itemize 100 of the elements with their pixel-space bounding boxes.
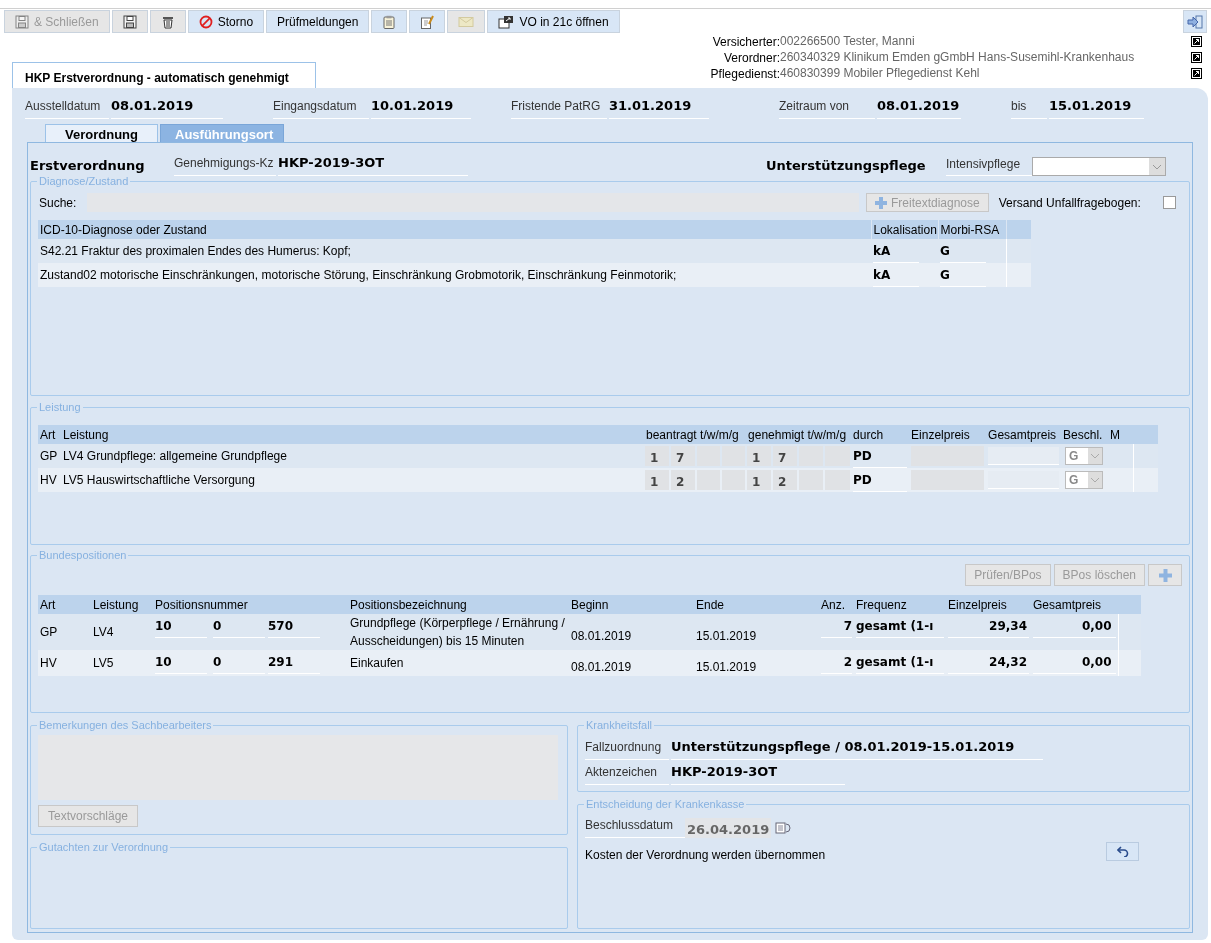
field-value: 15.01.2019 [1049,96,1144,119]
table-cell: 0 [213,614,265,638]
column-header: Anz. [819,595,854,614]
column-header: Art [38,595,91,614]
link-icon[interactable] [1191,35,1203,48]
external-link-icon [1191,51,1202,63]
table-cell: GP [40,449,58,463]
decision-select[interactable]: G [1065,471,1104,489]
chevron-down-icon [1088,448,1103,464]
field-value: 08.01.2019 [111,96,223,119]
decision-text: Kosten der Verordnung werden übernommen [585,847,826,864]
toolbar-button[interactable]: Storno [187,10,265,33]
group-legend: Krankheitsfall [584,718,655,732]
field-label: Ausstelldatum [25,96,109,119]
save-button[interactable] [111,10,148,33]
table-cell: gesamt (1-ı [856,614,944,638]
table-cell: 10 [155,614,207,638]
table-cell: 1 [747,470,772,490]
external-link-icon [1191,35,1202,47]
mail-icon [458,15,475,28]
column-header: genehmigt t/w/m/g [746,425,852,444]
table-cell: 15.01.2019 [696,629,757,643]
table-cell: LV4 [93,625,114,639]
field-label: Genehmigungs-Kz [174,153,276,176]
table-cell: 0,00 [1033,614,1116,638]
link-icon[interactable] [1191,67,1203,80]
group-legend: Bundespositionen [37,548,129,562]
trash-button[interactable] [149,10,186,33]
table-cell: Einkaufen [350,656,404,670]
table-cell: 1 [645,446,669,466]
chevron-down-icon [1149,157,1165,175]
table-cell: Zustand02 motorische Einschränkungen, motorische Störung, Einschränkung Grobmotorik, Einschränkung Feinmotorik; [40,268,677,282]
field-label: Versicherter: [711,33,780,51]
open-window-icon [498,14,515,29]
care-type: Unterstützungspflege [766,157,927,175]
form-title: Erstverordnung [29,157,146,175]
date-field[interactable]: 26.04.2019 [685,818,771,838]
table-cell: 10 [155,650,207,674]
plus-icon [1158,568,1172,582]
table-cell: 7 [821,614,852,638]
field-label: Fallzuordnung [585,737,669,760]
field-label: Fristende PatRG [511,96,607,119]
column-header: durch [851,425,910,444]
table-cell: LV5 Hauswirtschaftliche Versorgung [63,473,255,487]
table-cell: LV4 Grundpflege: allgemeine Grundpflege [63,449,287,463]
group-legend: Bemerkungen des Sachbearbeiters [37,718,214,732]
column-header: Gesamtpreis [986,425,1062,444]
link-icon[interactable] [1191,51,1203,64]
clipboard-button[interactable] [371,10,408,33]
table-cell: HV [40,656,57,670]
group-legend: Entscheidung der Krankenkasse [584,797,747,811]
exit-icon [1187,14,1203,29]
field-value: 002266500 Tester, Manni [780,34,916,49]
undo-icon [1116,846,1129,857]
field-value: 31.01.2019 [609,96,709,119]
table-cell: 29,34 [948,614,1029,638]
table-cell: G [940,263,986,287]
column-header: Frequenz [854,595,946,614]
field-label: Verordner: [722,49,780,67]
toolbar-button[interactable]: Prüfmeldungen [266,10,370,33]
column-header: Positionsnummer [153,595,348,614]
external-link-icon [1191,67,1202,79]
edit-icon [420,14,435,29]
undo-button[interactable] [1106,842,1139,861]
field-label: Versand Unfallfragebogen: [998,194,1142,212]
table-cell: 08.01.2019 [571,629,632,643]
table-cell: 0,00 [1033,650,1116,674]
column-header: M [1108,425,1134,444]
field-value: 460830399 Mobiler Pflegedienst Kehl [780,66,981,80]
group-legend: Gutachten zur Verordnung [37,840,171,854]
field-value: 10.01.2019 [371,96,471,119]
edit-button[interactable] [409,10,446,33]
column-header: Art [38,425,61,444]
save-icon [122,14,137,29]
table-cell: 08.01.2019 [571,660,632,674]
table-cell: GP [40,625,58,639]
clipboard-icon [382,14,397,29]
table-cell: 2 [671,470,695,490]
document-tab[interactable]: HKP Erstverordnung - automatisch genehmigt [12,62,316,89]
table-cell: 7 [671,446,695,466]
table-cell: gesamt (1-ı [856,650,944,674]
table-cell: 570 [268,614,320,638]
plus-icon [875,196,887,209]
field-value: Unterstützungspflege / 08.01.2019-15.01.2019 [671,737,1043,760]
table-cell: 0 [213,650,265,674]
column-header: Beschl. [1061,425,1109,444]
table-cell: HV [40,473,57,487]
checkbox[interactable] [1162,196,1176,209]
field-label: Zeitraum von [779,96,875,119]
decision-select[interactable]: G [1065,447,1104,465]
group-legend: Leistung [37,400,83,414]
table-cell: PD [853,468,908,492]
empty-field [988,447,1060,465]
toolbar-button[interactable]: VO in 21c öffnen [487,10,620,33]
column-header: Einzelpreis [909,425,987,444]
column-header: Einzelpreis [946,595,1031,614]
field-value: HKP-2019-3OT [671,762,845,785]
table-cell: 2 [773,470,798,490]
select-field[interactable] [1032,156,1166,176]
field-label: Suche: [39,194,78,212]
